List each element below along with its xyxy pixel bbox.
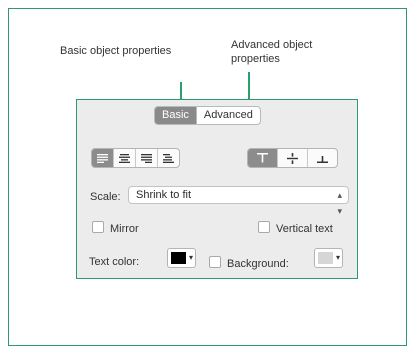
tab-advanced[interactable]: Advanced [195, 107, 260, 124]
align-right-icon [141, 153, 152, 163]
align-middle-button[interactable] [277, 149, 307, 167]
align-bottom-icon [317, 156, 328, 163]
text-color-swatch [171, 252, 186, 264]
background-checkbox[interactable] [209, 256, 221, 268]
tab-switcher: Basic Advanced [154, 106, 261, 125]
stepper-arrows-icon: ▴ ▾ [337, 190, 342, 216]
background-label: Background: [227, 258, 289, 270]
dropdown-arrow-icon: ▾ [188, 253, 193, 262]
align-left-button[interactable] [92, 149, 113, 167]
inspector-panel: Basic Advanced Scale: Shrink to fit ▴▾ [76, 99, 358, 279]
callout-basic: Basic object properties [60, 45, 172, 57]
align-top-icon [257, 153, 268, 163]
mirror-option[interactable]: Mirror [92, 221, 139, 235]
scale-select[interactable]: Shrink to fit ▴ ▾ [128, 186, 349, 216]
scale-label: Scale: [90, 191, 121, 203]
text-color-well[interactable]: ▾ [167, 248, 196, 268]
horizontal-alignment-control [91, 148, 180, 168]
vertical-text-label: Vertical text [276, 223, 333, 235]
vertical-text-checkbox[interactable] [258, 221, 270, 233]
background-option[interactable]: Background: [209, 256, 289, 270]
align-left-icon [97, 153, 108, 163]
tab-basic[interactable]: Basic [155, 107, 196, 124]
vertical-text-option[interactable]: Vertical text [258, 221, 333, 235]
align-center-icon [119, 153, 130, 163]
align-bottom-button[interactable] [307, 149, 337, 167]
background-color-swatch [318, 252, 333, 264]
text-color-label: Text color: [89, 256, 140, 268]
mirror-label: Mirror [110, 223, 139, 235]
align-justify-button[interactable] [157, 149, 179, 167]
align-top-button[interactable] [248, 149, 277, 167]
align-justify-icon [163, 153, 174, 163]
dropdown-arrow-icon: ▾ [335, 253, 340, 262]
background-color-well[interactable]: ▾ [314, 248, 343, 268]
align-right-button[interactable] [135, 149, 157, 167]
scale-select-value: Shrink to fit [136, 189, 192, 201]
align-middle-icon [287, 152, 298, 164]
callout-advanced-line1: Advanced object [231, 39, 313, 51]
mirror-checkbox[interactable] [92, 221, 104, 233]
vertical-alignment-control [247, 148, 338, 168]
align-center-button[interactable] [113, 149, 135, 167]
callout-advanced: Advanced object properties [231, 38, 312, 66]
callout-advanced-line2: properties [231, 53, 280, 65]
